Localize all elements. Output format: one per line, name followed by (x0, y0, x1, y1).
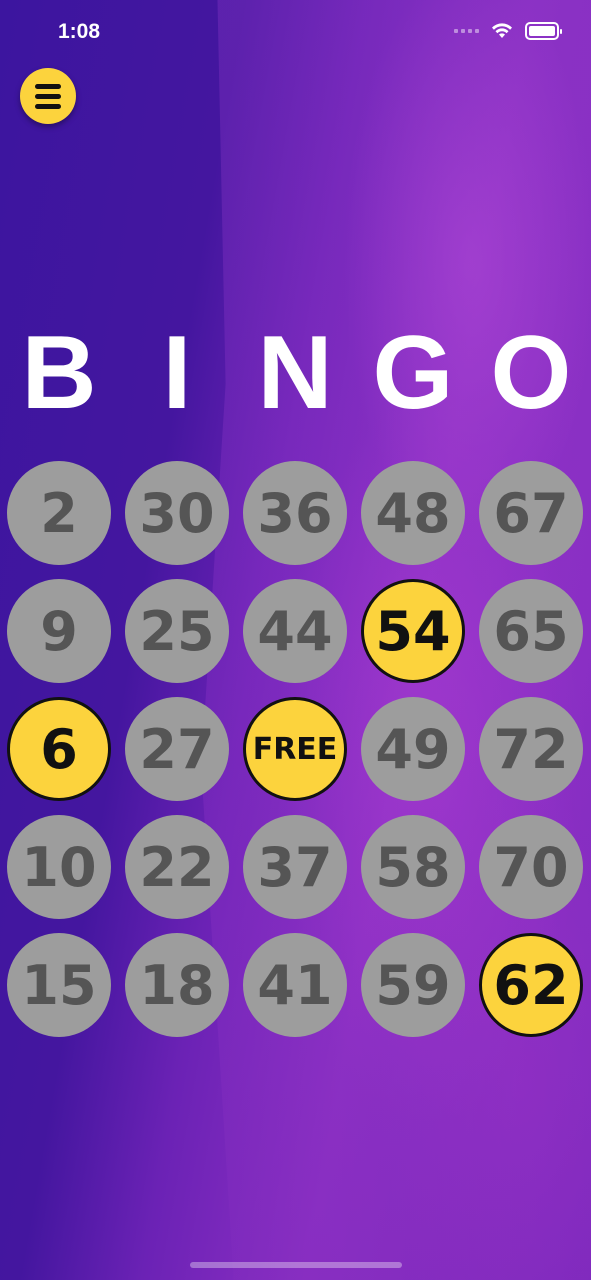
bingo-number-cell[interactable]: 18 (125, 933, 229, 1037)
bingo-number-cell[interactable]: 22 (125, 815, 229, 919)
bingo-number-cell[interactable]: 2 (7, 461, 111, 565)
bingo-number-cell[interactable]: 44 (243, 579, 347, 683)
bingo-number-cell[interactable]: 62 (479, 933, 583, 1037)
bingo-number-cell[interactable]: 58 (361, 815, 465, 919)
bingo-number-cell[interactable]: 67 (479, 461, 583, 565)
bingo-number-cell[interactable]: 10 (7, 815, 111, 919)
bingo-number-cell[interactable]: 65 (479, 579, 583, 683)
bingo-number-cell[interactable]: 9 (7, 579, 111, 683)
free-space[interactable]: FREE (243, 697, 347, 801)
home-indicator (190, 1262, 402, 1268)
bingo-number-cell[interactable]: 37 (243, 815, 347, 919)
bingo-number-cell[interactable]: 27 (125, 697, 229, 801)
bingo-number-cell[interactable]: 15 (7, 933, 111, 1037)
bingo-number-cell[interactable]: 6 (7, 697, 111, 801)
bingo-number-cell[interactable]: 59 (361, 933, 465, 1037)
bingo-number-cell[interactable]: 36 (243, 461, 347, 565)
bingo-number-cell[interactable]: 49 (361, 697, 465, 801)
bingo-number-cell[interactable]: 41 (243, 933, 347, 1037)
bingo-number-cell[interactable]: 54 (361, 579, 465, 683)
bingo-number-cell[interactable]: 25 (125, 579, 229, 683)
bingo-number-cell[interactable]: 48 (361, 461, 465, 565)
bingo-number-cell[interactable]: 70 (479, 815, 583, 919)
bingo-number-cell[interactable]: 30 (125, 461, 229, 565)
bingo-card: 2 30 36 48 67 9 25 44 54 65 6 27 FREE 49 72 10 22 37 58 70 1… (0, 0, 591, 1280)
bingo-number-cell[interactable]: 72 (479, 697, 583, 801)
